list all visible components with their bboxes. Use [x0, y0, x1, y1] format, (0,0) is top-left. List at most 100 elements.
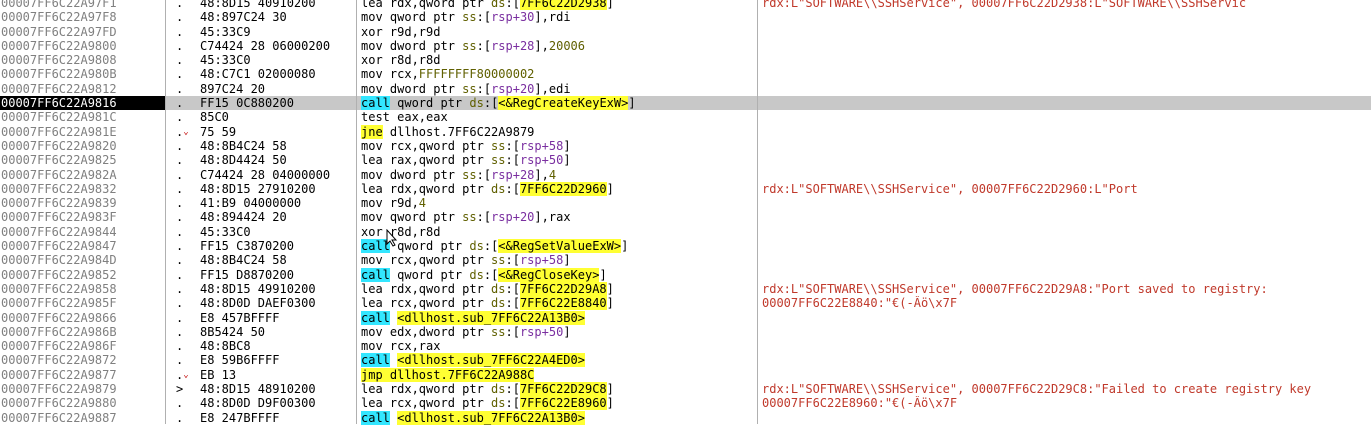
instruction-token: :[ [505, 324, 520, 339]
address-cell[interactable]: 00007FF6C22A97F1 [0, 0, 164, 10]
instruction-row[interactable]: 00007FF6C22A981C. 85C0 test eax,eax [0, 110, 1371, 124]
instruction-row[interactable]: 00007FF6C22A97FD. 45:33C9 xor r9d,r9d [0, 25, 1371, 39]
instruction-cell[interactable]: mov dword ptr ss:[rsp+28],20006 [361, 39, 753, 53]
instruction-cell[interactable]: call qword ptr ds:[<&RegCloseKey>] [361, 267, 753, 282]
instruction-row[interactable]: 00007FF6C22A9825. 48:8D4424 50 lea rax,qwo… [0, 153, 1371, 167]
instruction-cell[interactable]: mov r9d,4 [361, 196, 753, 210]
jump-marker: . [176, 267, 184, 282]
instruction-cell[interactable]: lea rdx,qword ptr ds:[7FF6C22D2938] [361, 0, 753, 10]
address-cell[interactable]: 00007FF6C22A9866 [0, 311, 164, 325]
instruction-row[interactable]: 00007FF6C22A9832. 48:8D15 27910200 lea rdx… [0, 181, 1371, 196]
instruction-row[interactable]: 00007FF6C22A986B. 8B5424 50 mov edx,dword … [0, 325, 1371, 339]
column-divider-addr[interactable] [165, 0, 166, 424]
instruction-row[interactable]: 00007FF6C22A986F. 48:8BC8 mov rcx,rax [0, 339, 1371, 353]
instruction-row[interactable]: 00007FF6C22A9839. 41:B9 04000000 mov r9d,4 [0, 196, 1371, 210]
comment-cell [762, 125, 1371, 139]
address-cell[interactable]: 00007FF6C22A980B [0, 67, 164, 81]
instruction-cell[interactable]: lea rdx,qword ptr ds:[7FF6C22D29A8] [361, 281, 753, 296]
instruction-cell[interactable]: mov qword ptr ss:[rsp+30],rdi [361, 10, 753, 24]
instruction-row[interactable]: 00007FF6C22A982A. C74424 28 04000000 mov d… [0, 168, 1371, 182]
instruction-cell[interactable]: call qword ptr ds:[<&RegSetValueExW>] [361, 239, 753, 254]
instruction-row[interactable]: 00007FF6C22A9847. FF15 C3870200 call qword… [0, 239, 1371, 254]
address-cell[interactable]: 00007FF6C22A9816 [0, 96, 165, 111]
instruction-row[interactable]: 00007FF6C22A9808. 45:33C0 xor r8d,r8d [0, 53, 1371, 67]
address-cell[interactable]: 00007FF6C22A9844 [0, 225, 164, 239]
instruction-cell[interactable]: mov rcx,qword ptr ss:[rsp+58] [361, 253, 753, 267]
address-cell[interactable]: 00007FF6C22A9887 [0, 411, 164, 425]
instruction-row[interactable]: 00007FF6C22A97F8. 48:897C24 30 mov qword p… [0, 10, 1371, 24]
address-cell[interactable]: 00007FF6C22A9879 [0, 382, 164, 396]
instruction-cell[interactable]: mov rcx,qword ptr ss:[rsp+58] [361, 139, 753, 153]
instruction-row[interactable]: 00007FF6C22A9852. FF15 D8870200 call qword… [0, 267, 1371, 282]
address-cell[interactable]: 00007FF6C22A985F [0, 296, 164, 310]
instruction-cell[interactable]: xor r8d,r8d [361, 53, 753, 67]
instruction-row[interactable]: 00007FF6C22A9858. 48:8D15 49910200 lea rdx… [0, 281, 1371, 296]
address-cell[interactable]: 00007FF6C22A9800 [0, 39, 164, 53]
instruction-row[interactable]: 00007FF6C22A9844. 45:33C0 xor r8d,r8d [0, 225, 1371, 239]
instruction-cell[interactable]: jmp dllhost.7FF6C22A988C [361, 367, 753, 382]
instruction-cell[interactable]: mov dword ptr ss:[rsp+20],edi [361, 82, 753, 96]
instruction-cell[interactable]: call <dllhost.sub_7FF6C22A13B0> [361, 410, 753, 425]
instruction-row-selected[interactable]: 00007FF6C22A9816. FF15 0C880200 call qword… [0, 96, 1371, 111]
instruction-row[interactable]: 00007FF6C22A9866. E8 457BFFFF call <dllhos… [0, 310, 1371, 325]
address-cell[interactable]: 00007FF6C22A9812 [0, 82, 164, 96]
instruction-cell[interactable]: lea rdx,qword ptr ds:[7FF6C22D2960] [361, 181, 753, 196]
address-cell[interactable]: 00007FF6C22A9847 [0, 239, 164, 253]
instruction-row[interactable]: 00007FF6C22A9887. E8 247BFFFF call <dllhos… [0, 410, 1371, 425]
instruction-row[interactable]: 00007FF6C22A9880. 48:8D0D D9F00300 lea rcx… [0, 396, 1371, 411]
address-cell[interactable]: 00007FF6C22A9832 [0, 182, 164, 196]
column-divider-comment[interactable] [757, 0, 758, 424]
address-cell[interactable]: 00007FF6C22A9825 [0, 153, 164, 167]
jump-marker: . [176, 339, 184, 354]
address-cell[interactable]: 00007FF6C22A9880 [0, 396, 164, 410]
instruction-token: mov qword ptr [361, 10, 463, 25]
instruction-cell[interactable]: mov rcx,rax [361, 339, 753, 353]
instruction-cell[interactable]: call <dllhost.sub_7FF6C22A13B0> [361, 310, 753, 325]
address-cell[interactable]: 00007FF6C22A983F [0, 210, 164, 224]
instruction-row[interactable]: 00007FF6C22A9872. E8 59B6FFFF call <dllhos… [0, 353, 1371, 368]
instruction-row[interactable]: 00007FF6C22A9877 .⌄ EB 13 jmp dllhost.7FF6C… [0, 367, 1371, 382]
instruction-cell[interactable]: mov qword ptr ss:[rsp+20],rax [361, 210, 753, 224]
address-cell[interactable]: 00007FF6C22A981E [0, 125, 164, 139]
disassembly-view[interactable]: 00007FF6C22A97F1. 48:8D15 40910200 lea rdx… [0, 0, 1371, 425]
instruction-row[interactable]: 00007FF6C22A97F1. 48:8D15 40910200 lea rdx… [0, 0, 1371, 10]
instruction-row[interactable]: 00007FF6C22A983F. 48:894424 20 mov qword p… [0, 210, 1371, 224]
instruction-cell[interactable]: test eax,eax [361, 110, 753, 124]
instruction-row[interactable]: 00007FF6C22A9879 >48:8D15 48910200 lea rdx… [0, 382, 1371, 397]
instruction-cell[interactable]: lea rax,qword ptr ss:[rsp+50] [361, 153, 753, 167]
instruction-cell[interactable]: mov rcx,FFFFFFFF80000002 [361, 67, 753, 81]
instruction-cell[interactable]: jne dllhost.7FF6C22A9879 [361, 124, 753, 139]
instruction-row[interactable]: 00007FF6C22A9812. 897C24 20 mov dword ptr … [0, 82, 1371, 96]
instruction-cell[interactable]: lea rdx,qword ptr ds:[7FF6C22D29C8] [361, 382, 753, 397]
address-cell[interactable]: 00007FF6C22A9877 [0, 368, 164, 382]
address-cell[interactable]: 00007FF6C22A9820 [0, 139, 164, 153]
instruction-cell[interactable]: call qword ptr ds:[<&RegCreateKeyExW>] [361, 96, 753, 111]
address-cell[interactable]: 00007FF6C22A9852 [0, 268, 164, 282]
instruction-cell[interactable]: lea rcx,qword ptr ds:[7FF6C22E8840] [361, 296, 753, 311]
instruction-token: ] [606, 0, 614, 10]
address-cell[interactable]: 00007FF6C22A9858 [0, 282, 164, 296]
instruction-row[interactable]: 00007FF6C22A9820. 48:8B4C24 58 mov rcx,qwo… [0, 139, 1371, 153]
address-cell[interactable]: 00007FF6C22A9808 [0, 53, 164, 67]
instruction-cell[interactable]: mov edx,dword ptr ss:[rsp+50] [361, 325, 753, 339]
instruction-cell[interactable]: mov dword ptr ss:[rsp+28],4 [361, 168, 753, 182]
instruction-row[interactable]: 00007FF6C22A9800. C74424 28 06000200 mov d… [0, 39, 1371, 53]
instruction-cell[interactable]: lea rcx,qword ptr ds:[7FF6C22E8960] [361, 396, 753, 411]
address-cell[interactable]: 00007FF6C22A981C [0, 110, 164, 124]
instruction-cell[interactable]: xor r9d,r9d [361, 25, 753, 39]
address-cell[interactable]: 00007FF6C22A986B [0, 325, 164, 339]
address-cell[interactable]: 00007FF6C22A97F8 [0, 10, 164, 24]
address-cell[interactable]: 00007FF6C22A984D [0, 253, 164, 267]
instruction-cell[interactable]: xor r8d,r8d [361, 225, 753, 239]
address-cell[interactable]: 00007FF6C22A982A [0, 168, 164, 182]
instruction-row[interactable]: 00007FF6C22A984D. 48:8B4C24 58 mov rcx,qwo… [0, 253, 1371, 267]
address-cell[interactable]: 00007FF6C22A986F [0, 339, 164, 353]
instruction-cell[interactable]: call <dllhost.sub_7FF6C22A4ED0> [361, 353, 753, 368]
address-cell[interactable]: 00007FF6C22A97FD [0, 25, 164, 39]
instruction-row[interactable]: 00007FF6C22A980B. 48:C7C1 02000080 mov rcx… [0, 67, 1371, 81]
column-divider-instr[interactable] [356, 0, 357, 424]
instruction-row[interactable]: 00007FF6C22A985F. 48:8D0D DAEF0300 lea rcx… [0, 296, 1371, 311]
instruction-row[interactable]: 00007FF6C22A981E .⌄ 75 59 jne dllhost.7FF6C… [0, 124, 1371, 139]
address-cell[interactable]: 00007FF6C22A9839 [0, 196, 164, 210]
address-cell[interactable]: 00007FF6C22A9872 [0, 353, 164, 367]
